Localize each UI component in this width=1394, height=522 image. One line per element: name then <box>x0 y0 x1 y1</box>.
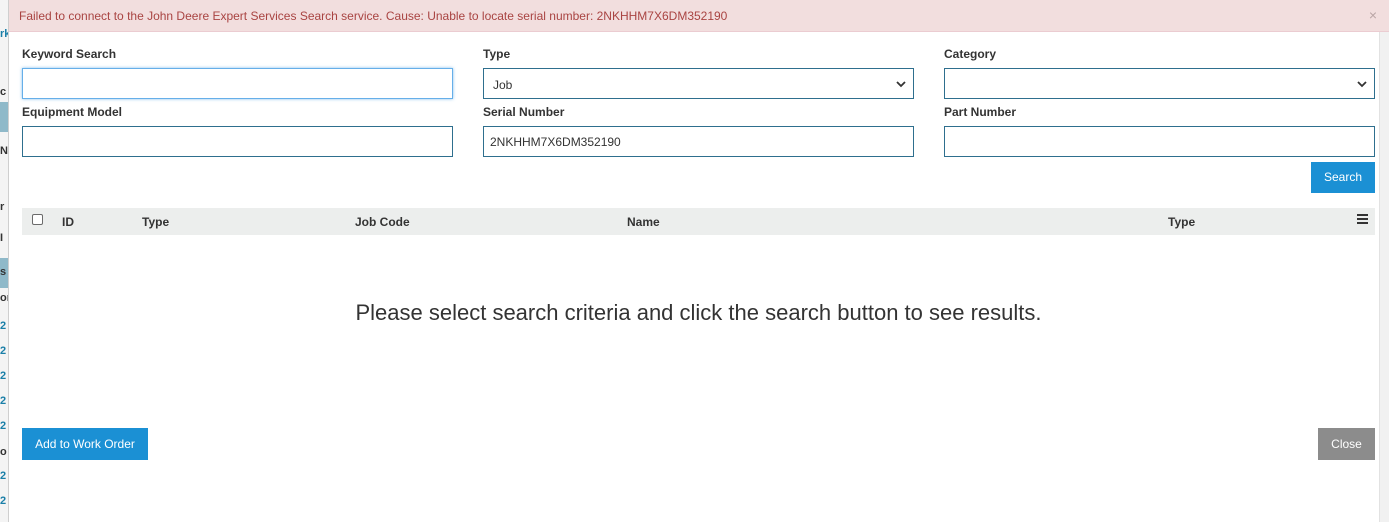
add-to-work-order-button[interactable]: Add to Work Order <box>22 428 148 460</box>
background-link: 2 <box>0 470 7 482</box>
serial-number-input[interactable] <box>483 126 914 157</box>
results-table-header: ID Type Job Code Name Type <box>22 208 1375 235</box>
background-link: 2 <box>0 320 7 332</box>
background-text: o <box>0 446 7 458</box>
error-alert: Failed to connect to the John Deere Expe… <box>9 0 1389 32</box>
equipment-model-input[interactable] <box>22 126 453 157</box>
column-header-name[interactable]: Name <box>627 215 660 229</box>
type-label: Type <box>483 47 511 61</box>
column-header-id[interactable]: ID <box>62 215 74 229</box>
background-link: 2 <box>0 495 7 507</box>
error-alert-message: Failed to connect to the John Deere Expe… <box>19 9 728 23</box>
chevron-down-icon <box>1357 81 1367 88</box>
search-modal: Failed to connect to the John Deere Expe… <box>8 0 1389 522</box>
part-number-label: Part Number <box>944 105 1017 119</box>
keyword-search-label: Keyword Search <box>22 47 117 61</box>
background-text: s <box>0 266 7 278</box>
select-all-checkbox[interactable] <box>32 214 43 225</box>
type-select[interactable]: Job <box>483 68 914 99</box>
column-header-type-2[interactable]: Type <box>1168 215 1195 229</box>
chevron-down-icon <box>896 81 906 88</box>
serial-number-label: Serial Number <box>483 105 565 119</box>
column-header-type[interactable]: Type <box>142 215 169 229</box>
column-header-job-code[interactable]: Job Code <box>355 215 410 229</box>
part-number-input[interactable] <box>944 126 1375 157</box>
search-button[interactable]: Search <box>1311 162 1375 193</box>
background-text: c <box>0 86 7 98</box>
empty-results-message: Please select search criteria and click … <box>355 300 1042 325</box>
type-select-value: Job <box>493 78 513 92</box>
keyword-search-input[interactable] <box>22 68 453 99</box>
background-text: N <box>0 145 8 157</box>
category-label: Category <box>944 47 997 61</box>
background-link: 2 <box>0 420 7 432</box>
equipment-model-label: Equipment Model <box>22 105 122 119</box>
category-select[interactable] <box>944 68 1375 99</box>
background-link: 2 <box>0 370 7 382</box>
close-button[interactable]: Close <box>1318 428 1375 460</box>
background-link: 2 <box>0 345 7 357</box>
column-menu-icon[interactable] <box>1357 214 1368 224</box>
background-text: I <box>0 232 4 244</box>
background-text: r <box>0 201 5 213</box>
close-alert-icon[interactable]: × <box>1369 8 1377 22</box>
background-band <box>0 102 8 132</box>
modal-scrollbar[interactable] <box>1379 32 1389 522</box>
background-link: 2 <box>0 395 7 407</box>
